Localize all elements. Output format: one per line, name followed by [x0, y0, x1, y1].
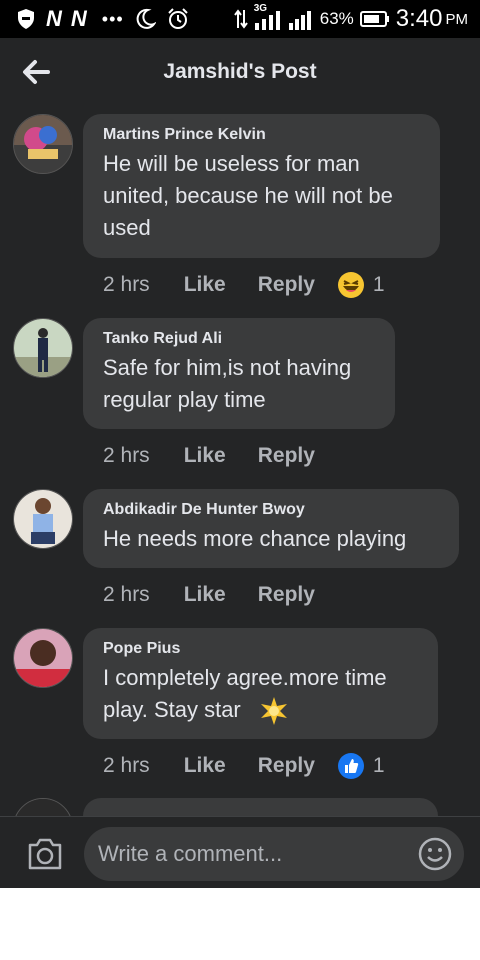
comment-input[interactable]: Write a comment...: [84, 827, 464, 881]
comment-actions: 2 hrs Like Reply 1: [103, 750, 385, 782]
comment-line: regular play time: [103, 387, 266, 412]
battery-percent: 63%: [319, 9, 354, 28]
reply-button[interactable]: Reply: [258, 754, 315, 778]
n-icon: N: [70, 6, 87, 31]
reaction-count: 1: [372, 273, 385, 296]
comment-text: I completely agree.more time play. Stay …: [103, 662, 418, 726]
comment-line: play. Stay star: [103, 694, 418, 726]
status-bar: N N ••• 3G 63% 3:40 PM: [0, 0, 480, 38]
avatar[interactable]: [13, 114, 73, 174]
reaction-summary[interactable]: 1: [337, 271, 385, 299]
comment-time[interactable]: 2 hrs: [103, 583, 150, 607]
moon-icon: [136, 8, 156, 29]
comment-text: He will be useless for man united, becau…: [103, 148, 420, 244]
avatar[interactable]: [13, 628, 73, 688]
comment-author[interactable]: Tanko Rejud Ali: [103, 330, 375, 348]
comment-author[interactable]: Abdikadir De Hunter Bwoy: [103, 501, 439, 519]
reply-button[interactable]: Reply: [258, 583, 315, 607]
reply-button[interactable]: Reply: [258, 444, 315, 468]
smiley-icon[interactable]: [418, 837, 452, 871]
comment-time[interactable]: 2 hrs: [103, 444, 150, 468]
comment-line: I completely agree.more time: [103, 665, 387, 690]
thumbs-up-reaction-icon: [337, 753, 364, 779]
comment-actions: 2 hrs Like Reply: [103, 579, 347, 611]
page-title: Jamshid's Post: [163, 60, 317, 83]
comment-line: He needs more chance playing: [103, 526, 407, 551]
comment-text: Safe for him,is not having regular play …: [103, 352, 375, 416]
comment-actions: 2 hrs Like Reply: [103, 440, 347, 472]
comment-line: Safe for him,is not having: [103, 355, 352, 380]
post-header: Jamshid's Post: [0, 38, 480, 108]
comment-bubble[interactable]: Martins Prince Kelvin He will be useless…: [83, 114, 440, 258]
shield-icon: [18, 9, 34, 29]
clock-time: 3:40: [395, 5, 443, 32]
app-screen: N N ••• 3G 63% 3:40 PM Jamshid's Post Ma…: [0, 0, 480, 888]
avatar[interactable]: [13, 489, 73, 549]
battery-icon: [359, 11, 389, 27]
like-button[interactable]: Like: [184, 583, 226, 607]
reply-button[interactable]: Reply: [258, 273, 315, 297]
status-left: N N •••: [16, 6, 190, 32]
star-sparkle-icon: [260, 697, 287, 726]
signal-icon: 3G: [254, 3, 282, 31]
camera-icon[interactable]: [26, 837, 64, 871]
comment-composer: Write a comment...: [0, 816, 480, 888]
n-icon: N: [46, 6, 62, 31]
avatar[interactable]: [13, 318, 73, 378]
comment-bubble[interactable]: Tanko Rejud Ali Safe for him,is not havi…: [83, 318, 395, 429]
data-arrows-icon: [233, 9, 248, 29]
dots-icon: •••: [101, 8, 124, 29]
comment-line: united, because he will not be: [103, 183, 393, 208]
status-right: 3G 63% 3:40 PM: [233, 3, 469, 34]
comment-placeholder: Write a comment...: [98, 841, 283, 866]
alarm-icon: [167, 8, 188, 29]
comment-author[interactable]: Pope Pius: [103, 640, 418, 658]
comment-time[interactable]: 2 hrs: [103, 754, 150, 778]
comment-line-text: play. Stay star: [103, 697, 241, 722]
haha-reaction-icon: [337, 272, 364, 298]
clock-ampm: PM: [445, 10, 469, 28]
reaction-summary[interactable]: 1: [337, 752, 385, 780]
comment-text: He needs more chance playing: [103, 523, 439, 555]
like-button[interactable]: Like: [184, 273, 226, 297]
like-button[interactable]: Like: [184, 444, 226, 468]
comment-actions: 2 hrs Like Reply 1: [103, 269, 385, 301]
comment-line: He will be useless for man: [103, 151, 360, 176]
comment-bubble[interactable]: Pope Pius I completely agree.more time p…: [83, 628, 438, 739]
comment-bubble[interactable]: Abdikadir De Hunter Bwoy He needs more c…: [83, 489, 459, 568]
comment-author[interactable]: Martins Prince Kelvin: [103, 126, 420, 144]
comment-time[interactable]: 2 hrs: [103, 273, 150, 297]
comment-line: used: [103, 215, 151, 240]
signal-icon: [288, 11, 311, 30]
like-button[interactable]: Like: [184, 754, 226, 778]
reaction-count: 1: [372, 754, 385, 777]
